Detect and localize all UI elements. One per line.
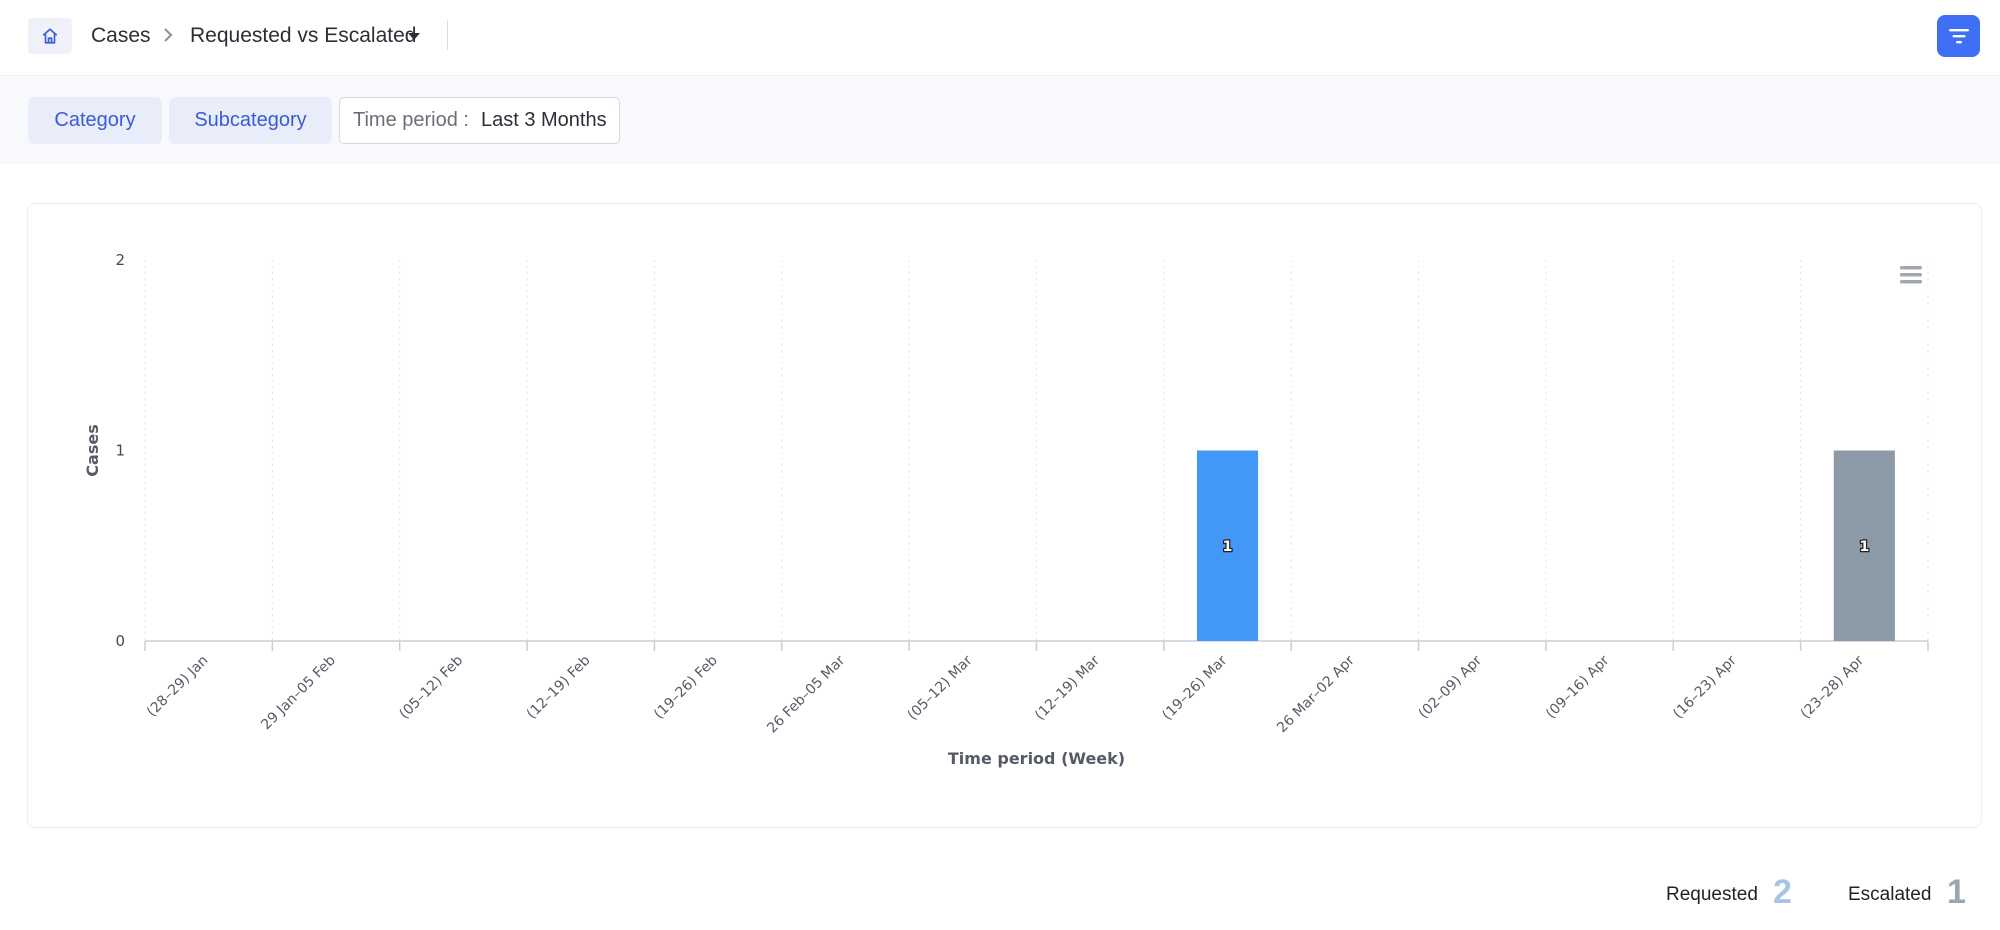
subcategory-filter-chip[interactable]: Subcategory xyxy=(169,97,332,144)
y-tick-label: 0 xyxy=(115,632,125,650)
escalated-summary-label: Escalated xyxy=(1848,884,1932,905)
escalated-summary-value: 1 xyxy=(1947,873,1966,911)
x-tick-label: (19–26) Feb xyxy=(651,652,721,722)
x-tick-label: (12–19) Mar xyxy=(1032,652,1103,723)
x-tick-label: 29 Jan–05 Feb xyxy=(258,652,339,733)
caret-down-icon[interactable] xyxy=(408,33,420,41)
bar-data-label: 1 xyxy=(1223,539,1233,555)
y-tick-label: 2 xyxy=(115,251,125,269)
breadcrumb-cases[interactable]: Cases xyxy=(91,24,151,48)
filter-button[interactable] xyxy=(1937,15,1980,57)
home-button[interactable] xyxy=(28,18,72,54)
y-tick-label: 1 xyxy=(115,442,125,460)
x-tick-label: (05–12) Feb xyxy=(396,652,466,722)
time-period-value: Last 3 Months xyxy=(480,109,607,131)
time-period-label: Time period : xyxy=(353,109,469,131)
bar-data-label: 1 xyxy=(1859,539,1869,555)
y-axis-title: Cases xyxy=(83,424,102,476)
chart-card: 0 1 2 (28–29) Jan 29 Jan–05 Feb (05–12) Feb (1… xyxy=(27,203,1982,828)
x-axis-title: Time period (Week) xyxy=(948,749,1125,768)
top-header: Cases Requested vs Escalated xyxy=(0,0,2000,76)
home-icon xyxy=(42,28,58,44)
time-period-filter[interactable]: Time period : Last 3 Months xyxy=(339,97,620,144)
chart-menu-icon[interactable] xyxy=(1900,273,1922,277)
x-tick-label: (12–19) Feb xyxy=(524,652,594,722)
x-tick-label: 26 Feb–05 Mar xyxy=(764,652,848,736)
requested-summary-label: Requested xyxy=(1666,884,1758,905)
chart-menu-icon[interactable] xyxy=(1900,266,1922,270)
filter-icon xyxy=(1948,29,1969,44)
chevron-right-icon xyxy=(164,28,173,42)
x-tick-label: (09–16) Apr xyxy=(1543,652,1613,722)
chart-menu-icon[interactable] xyxy=(1900,280,1922,284)
requested-summary-value: 2 xyxy=(1773,873,1792,911)
bar-chart: 0 1 2 (28–29) Jan 29 Jan–05 Feb (05–12) Feb (1… xyxy=(83,251,1929,768)
x-tick-label: (05–12) Mar xyxy=(905,652,976,723)
x-tick-label: 26 Mar–02 Apr xyxy=(1274,652,1358,736)
x-tick-label: (23–28) Apr xyxy=(1798,652,1868,722)
x-tick-label: (16–23) Apr xyxy=(1670,652,1740,722)
x-tick-label: (19–26) Mar xyxy=(1159,652,1230,723)
x-tick-label: (28–29) Jan xyxy=(144,653,212,721)
header-divider xyxy=(447,20,448,50)
x-tick-label: (02–09) Apr xyxy=(1416,652,1486,722)
breadcrumb-report-selector[interactable]: Requested vs Escalated xyxy=(190,24,416,48)
category-filter-chip[interactable]: Category xyxy=(28,97,162,144)
